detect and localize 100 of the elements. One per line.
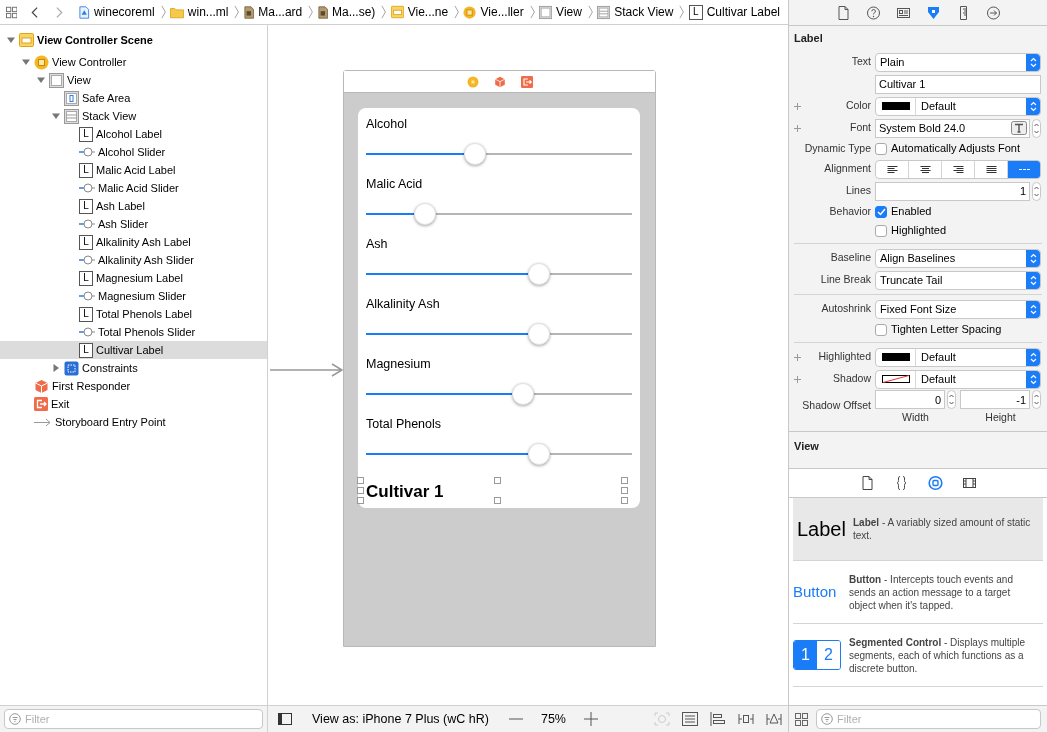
text-field[interactable]: Cultivar 1 [875,74,1041,94]
outline-row[interactable]: L Malic Acid Label [0,161,267,179]
slider-thumb[interactable] [527,323,550,345]
slider[interactable] [366,383,632,405]
alignment-control[interactable] [875,159,1041,179]
outline-row[interactable]: Ash Slider [0,215,267,233]
breadcrumb-item[interactable]: winecoreml [93,3,155,21]
outline-row[interactable]: Malic Acid Slider [0,179,267,197]
stepper-icon[interactable] [947,390,956,409]
stepper-icon[interactable] [1032,390,1041,409]
row-label: Constraints [82,360,138,376]
breadcrumb-item[interactable]: View [556,3,582,21]
outline-row[interactable]: Alkalinity Ash Slider [0,251,267,269]
popup-button[interactable]: Align Baselines [875,248,1041,268]
filter-field[interactable]: Filter [816,709,1041,729]
checkbox[interactable] [875,224,887,237]
outline-row[interactable]: L Cultivar Label [0,341,267,359]
library-item[interactable]: Button Button - Intercepts touch events and sends an action message to a target object when it's tapped. [793,561,1043,624]
grid-icon[interactable] [795,712,808,726]
selection-handle[interactable] [494,497,501,504]
slider[interactable] [366,143,632,165]
color-popup[interactable]: Default [875,369,1041,389]
add-icon[interactable] [794,353,801,361]
outline-row[interactable]: Constraints [0,359,267,377]
color-popup[interactable]: Default [875,96,1041,116]
outline-row[interactable]: Magnesium Slider [0,287,267,305]
disclosure-icon[interactable] [36,75,46,85]
outline-row[interactable]: L Ash Label [0,197,267,215]
outline-row[interactable]: Storyboard Entry Point [0,413,267,431]
breadcrumb-item[interactable]: Cultivar Label [706,3,781,21]
resolve-icon[interactable] [766,712,782,726]
breadcrumb-item[interactable]: Stack View [614,3,674,21]
disclosure-icon[interactable] [51,363,61,373]
slider[interactable] [366,443,632,465]
number-field[interactable]: 0 [875,390,945,409]
add-icon[interactable] [794,124,801,132]
add-icon[interactable] [794,102,801,110]
cube-icon[interactable] [493,75,506,88]
disclosure-icon[interactable] [6,35,16,45]
color-popup[interactable]: Default [875,347,1041,367]
zoom-in-icon[interactable] [583,712,598,726]
library-item[interactable]: Label Label - A variably sized amount of static text. [793,498,1043,561]
outline-row[interactable]: First Responder [0,377,267,395]
outline-row[interactable]: L Alkalinity Ash Label [0,233,267,251]
outline-row[interactable]: View Controller Scene [0,29,267,51]
outline-row[interactable]: L Total Phenols Label [0,305,267,323]
add-icon[interactable] [794,375,801,383]
checkbox[interactable] [875,142,887,155]
outline-row[interactable]: Alcohol Slider [0,143,267,161]
row-label: Exit [51,396,70,412]
outline-row[interactable]: Total Phenols Slider [0,323,267,341]
disclosure-icon[interactable] [21,57,31,67]
slider-label: Alcohol [366,115,408,133]
breadcrumb-item[interactable]: Ma...se) [332,3,376,21]
checkbox-label: Tighten Letter Spacing [891,322,1002,338]
font-picker-icon[interactable] [1011,121,1027,135]
outline-row[interactable]: View [0,71,267,89]
slider[interactable] [366,263,632,285]
embed-icon[interactable] [682,712,698,726]
outline-row[interactable]: L Magnesium Label [0,269,267,287]
library-item[interactable]: 1 2 Segmented Control - Displays multiple segments, each of which functions as a discrete button. [793,624,1043,687]
breadcrumb-item[interactable]: Vie...ller [480,3,524,21]
forward-icon[interactable] [56,5,64,19]
slider-thumb[interactable] [511,383,534,405]
slider-thumb[interactable] [527,443,550,465]
stepper-icon[interactable] [1032,181,1041,201]
slider[interactable] [366,323,632,345]
align-icon[interactable] [710,712,726,726]
device-selector[interactable]: View as: iPhone 7 Plus (wC hR) [312,709,489,729]
popup-button[interactable]: Fixed Font Size [875,299,1041,319]
outline-row[interactable]: View Controller [0,53,267,71]
popup-button[interactable]: Truncate Tail [875,270,1041,290]
outline-row[interactable]: Safe Area [0,89,267,107]
label-preview: Label [797,517,846,542]
breadcrumb-item[interactable]: win...ml [187,3,229,21]
disclosure-icon[interactable] [51,111,61,121]
popup-button[interactable]: Plain [875,52,1041,72]
exit-icon[interactable] [520,75,533,88]
outline-row[interactable]: L Alcohol Label [0,125,267,143]
outline-row[interactable]: Stack View [0,107,267,125]
checkbox[interactable] [875,205,887,218]
font-field[interactable]: System Bold 24.0 [875,118,1030,138]
checkbox[interactable] [875,323,887,336]
number-field[interactable]: 1 [875,181,1030,201]
slider-thumb[interactable] [527,263,550,285]
breadcrumb-item[interactable]: Ma...ard [258,3,303,21]
slider-thumb[interactable] [413,203,436,225]
grid-icon[interactable] [6,5,18,19]
pin-icon[interactable] [738,712,754,726]
slider[interactable] [366,203,632,225]
number-field[interactable]: -1 [960,390,1030,409]
filter-field[interactable]: Filter [4,709,263,729]
outline-row[interactable]: Exit [0,395,267,413]
breadcrumb-item[interactable]: Vie...ne [407,3,449,21]
sidebar-toggle-icon[interactable] [278,713,292,725]
slider-thumb[interactable] [464,143,487,165]
stepper-icon[interactable] [1032,118,1041,138]
back-icon[interactable] [31,5,39,19]
selection-handle[interactable] [494,477,501,484]
zoom-level: 75% [540,710,566,728]
